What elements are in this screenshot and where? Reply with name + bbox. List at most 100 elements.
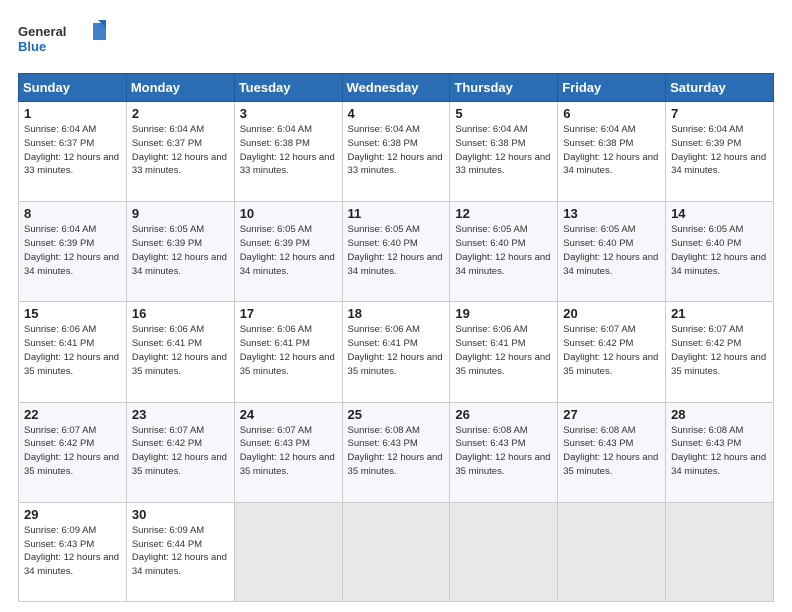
logo-svg: General Blue	[18, 18, 108, 63]
calendar-cell: 23 Sunrise: 6:07 AMSunset: 6:42 PMDayligh…	[126, 402, 234, 502]
calendar-cell: 21 Sunrise: 6:07 AMSunset: 6:42 PMDayligh…	[666, 302, 774, 402]
day-info: Sunrise: 6:09 AMSunset: 6:43 PMDaylight:…	[24, 524, 121, 579]
day-info: Sunrise: 6:04 AMSunset: 6:37 PMDaylight:…	[24, 123, 121, 178]
day-number: 10	[240, 206, 337, 221]
calendar-cell: 17 Sunrise: 6:06 AMSunset: 6:41 PMDayligh…	[234, 302, 342, 402]
day-info: Sunrise: 6:04 AMSunset: 6:37 PMDaylight:…	[132, 123, 229, 178]
calendar-cell: 29 Sunrise: 6:09 AMSunset: 6:43 PMDayligh…	[19, 502, 127, 601]
day-info: Sunrise: 6:05 AMSunset: 6:40 PMDaylight:…	[563, 223, 660, 278]
day-number: 7	[671, 106, 768, 121]
day-number: 28	[671, 407, 768, 422]
calendar-cell: 5 Sunrise: 6:04 AMSunset: 6:38 PMDaylight…	[450, 102, 558, 202]
col-tuesday: Tuesday	[234, 74, 342, 102]
calendar-cell: 6 Sunrise: 6:04 AMSunset: 6:38 PMDaylight…	[558, 102, 666, 202]
day-number: 27	[563, 407, 660, 422]
day-info: Sunrise: 6:07 AMSunset: 6:42 PMDaylight:…	[132, 424, 229, 479]
calendar-cell: 30 Sunrise: 6:09 AMSunset: 6:44 PMDayligh…	[126, 502, 234, 601]
day-number: 1	[24, 106, 121, 121]
day-info: Sunrise: 6:05 AMSunset: 6:39 PMDaylight:…	[240, 223, 337, 278]
day-info: Sunrise: 6:06 AMSunset: 6:41 PMDaylight:…	[348, 323, 445, 378]
header: General Blue	[18, 18, 774, 63]
day-number: 23	[132, 407, 229, 422]
day-number: 11	[348, 206, 445, 221]
day-info: Sunrise: 6:07 AMSunset: 6:42 PMDaylight:…	[563, 323, 660, 378]
day-info: Sunrise: 6:05 AMSunset: 6:40 PMDaylight:…	[348, 223, 445, 278]
day-number: 22	[24, 407, 121, 422]
calendar-cell	[342, 502, 450, 601]
col-thursday: Thursday	[450, 74, 558, 102]
day-number: 25	[348, 407, 445, 422]
day-info: Sunrise: 6:08 AMSunset: 6:43 PMDaylight:…	[671, 424, 768, 479]
day-number: 30	[132, 507, 229, 522]
day-number: 3	[240, 106, 337, 121]
day-info: Sunrise: 6:05 AMSunset: 6:39 PMDaylight:…	[132, 223, 229, 278]
calendar-cell: 9 Sunrise: 6:05 AMSunset: 6:39 PMDaylight…	[126, 202, 234, 302]
day-info: Sunrise: 6:04 AMSunset: 6:39 PMDaylight:…	[671, 123, 768, 178]
day-number: 18	[348, 306, 445, 321]
calendar-cell: 16 Sunrise: 6:06 AMSunset: 6:41 PMDayligh…	[126, 302, 234, 402]
day-info: Sunrise: 6:04 AMSunset: 6:38 PMDaylight:…	[563, 123, 660, 178]
day-info: Sunrise: 6:05 AMSunset: 6:40 PMDaylight:…	[455, 223, 552, 278]
day-number: 15	[24, 306, 121, 321]
day-info: Sunrise: 6:07 AMSunset: 6:42 PMDaylight:…	[671, 323, 768, 378]
day-info: Sunrise: 6:06 AMSunset: 6:41 PMDaylight:…	[240, 323, 337, 378]
calendar-cell: 15 Sunrise: 6:06 AMSunset: 6:41 PMDayligh…	[19, 302, 127, 402]
day-number: 2	[132, 106, 229, 121]
calendar-cell: 13 Sunrise: 6:05 AMSunset: 6:40 PMDayligh…	[558, 202, 666, 302]
col-wednesday: Wednesday	[342, 74, 450, 102]
day-number: 19	[455, 306, 552, 321]
calendar-cell	[234, 502, 342, 601]
day-number: 13	[563, 206, 660, 221]
calendar-cell: 28 Sunrise: 6:08 AMSunset: 6:43 PMDayligh…	[666, 402, 774, 502]
calendar-cell: 19Sunrise: 6:06 AMSunset: 6:41 PMDayligh…	[450, 302, 558, 402]
calendar-cell: 4 Sunrise: 6:04 AMSunset: 6:38 PMDaylight…	[342, 102, 450, 202]
day-info: Sunrise: 6:08 AMSunset: 6:43 PMDaylight:…	[455, 424, 552, 479]
day-info: Sunrise: 6:05 AMSunset: 6:40 PMDaylight:…	[671, 223, 768, 278]
day-info: Sunrise: 6:04 AMSunset: 6:38 PMDaylight:…	[240, 123, 337, 178]
day-number: 21	[671, 306, 768, 321]
calendar-cell: 20 Sunrise: 6:07 AMSunset: 6:42 PMDayligh…	[558, 302, 666, 402]
calendar-cell: 22Sunrise: 6:07 AMSunset: 6:42 PMDayligh…	[19, 402, 127, 502]
day-number: 6	[563, 106, 660, 121]
calendar-cell: 3 Sunrise: 6:04 AMSunset: 6:38 PMDaylight…	[234, 102, 342, 202]
day-number: 17	[240, 306, 337, 321]
calendar-cell: 14Sunrise: 6:05 AMSunset: 6:40 PMDayligh…	[666, 202, 774, 302]
calendar-cell	[666, 502, 774, 601]
calendar-cell: 1 Sunrise: 6:04 AMSunset: 6:37 PMDaylight…	[19, 102, 127, 202]
day-info: Sunrise: 6:04 AMSunset: 6:38 PMDaylight:…	[455, 123, 552, 178]
col-monday: Monday	[126, 74, 234, 102]
day-info: Sunrise: 6:04 AMSunset: 6:38 PMDaylight:…	[348, 123, 445, 178]
calendar-cell: 8Sunrise: 6:04 AMSunset: 6:39 PMDaylight…	[19, 202, 127, 302]
col-sunday: Sunday	[19, 74, 127, 102]
logo: General Blue	[18, 18, 108, 63]
day-number: 26	[455, 407, 552, 422]
day-number: 29	[24, 507, 121, 522]
col-saturday: Saturday	[666, 74, 774, 102]
day-info: Sunrise: 6:06 AMSunset: 6:41 PMDaylight:…	[24, 323, 121, 378]
day-number: 20	[563, 306, 660, 321]
col-friday: Friday	[558, 74, 666, 102]
day-number: 9	[132, 206, 229, 221]
day-info: Sunrise: 6:07 AMSunset: 6:43 PMDaylight:…	[240, 424, 337, 479]
svg-text:General: General	[18, 24, 66, 39]
day-number: 4	[348, 106, 445, 121]
page: General Blue Sunday Monday Tuesday Wedne…	[0, 0, 792, 612]
day-info: Sunrise: 6:08 AMSunset: 6:43 PMDaylight:…	[563, 424, 660, 479]
day-number: 8	[24, 206, 121, 221]
day-info: Sunrise: 6:06 AMSunset: 6:41 PMDaylight:…	[132, 323, 229, 378]
calendar-cell: 24 Sunrise: 6:07 AMSunset: 6:43 PMDayligh…	[234, 402, 342, 502]
calendar-table: Sunday Monday Tuesday Wednesday Thursday…	[18, 73, 774, 602]
day-number: 24	[240, 407, 337, 422]
day-info: Sunrise: 6:09 AMSunset: 6:44 PMDaylight:…	[132, 524, 229, 579]
calendar-cell: 10 Sunrise: 6:05 AMSunset: 6:39 PMDayligh…	[234, 202, 342, 302]
calendar-cell: 25 Sunrise: 6:08 AMSunset: 6:43 PMDayligh…	[342, 402, 450, 502]
day-info: Sunrise: 6:08 AMSunset: 6:43 PMDaylight:…	[348, 424, 445, 479]
calendar-cell: 26 Sunrise: 6:08 AMSunset: 6:43 PMDayligh…	[450, 402, 558, 502]
calendar-cell	[558, 502, 666, 601]
day-number: 16	[132, 306, 229, 321]
day-number: 5	[455, 106, 552, 121]
calendar-cell	[450, 502, 558, 601]
svg-text:Blue: Blue	[18, 39, 46, 54]
calendar-cell: 11 Sunrise: 6:05 AMSunset: 6:40 PMDayligh…	[342, 202, 450, 302]
calendar-cell: 12Sunrise: 6:05 AMSunset: 6:40 PMDayligh…	[450, 202, 558, 302]
